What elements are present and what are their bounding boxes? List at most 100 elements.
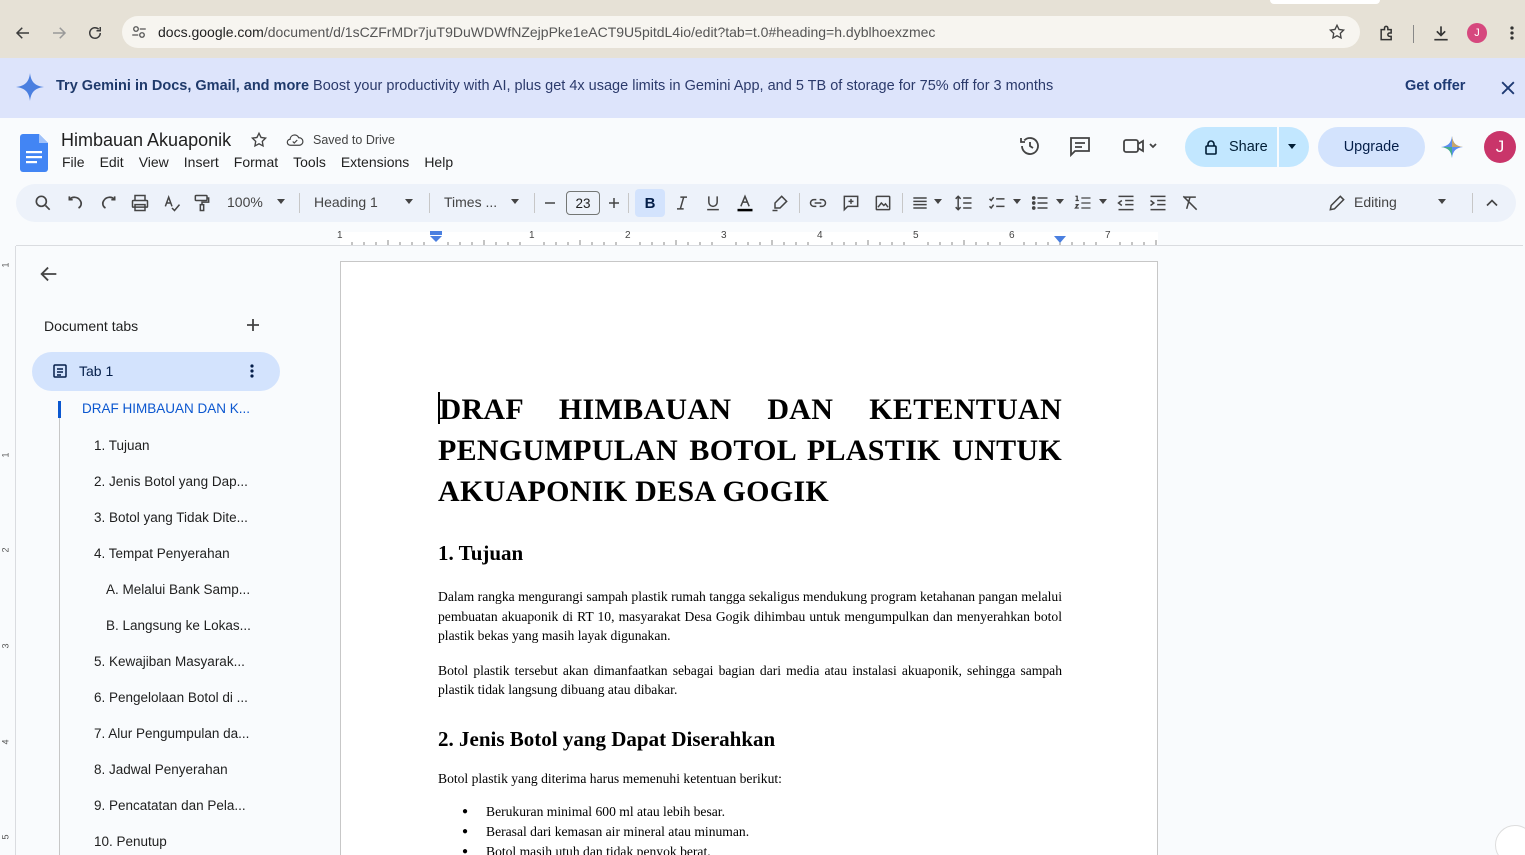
document-body[interactable]: DRAF HIMBAUAN DAN KETENTUAN PENGUMPULAN …	[438, 389, 1062, 855]
numbered-list-icon[interactable]	[1073, 193, 1093, 213]
align-justify-icon[interactable]	[910, 193, 930, 213]
list-item[interactable]: Berukuran minimal 600 ml atau lebih besa…	[438, 802, 1062, 822]
outline-item[interactable]: B. Langsung ke Lokas...	[106, 618, 251, 633]
site-settings-icon[interactable]	[130, 23, 148, 41]
browser-profile-avatar[interactable]: J	[1467, 23, 1487, 43]
menu-help[interactable]: Help	[424, 154, 453, 170]
tab-1-item[interactable]: Tab 1	[32, 352, 280, 391]
add-comment-icon[interactable]	[841, 193, 861, 213]
bookmark-star-icon[interactable]	[1328, 23, 1346, 41]
list-item[interactable]: Botol masih utuh dan tidak penyok berat.	[438, 842, 1062, 855]
spellcheck-icon[interactable]	[162, 193, 182, 213]
menu-extensions[interactable]: Extensions	[341, 154, 409, 170]
horizontal-ruler[interactable]: 1 1 2 3 4 5 6 7	[337, 230, 1158, 246]
insert-link-icon[interactable]	[808, 193, 828, 213]
redo-icon[interactable]	[98, 193, 118, 213]
paragraph[interactable]: Dalam rangka mengurangi sampah plastik r…	[438, 587, 1062, 646]
menu-format[interactable]: Format	[234, 154, 278, 170]
menu-insert[interactable]: Insert	[184, 154, 219, 170]
outline-item[interactable]: 1. Tujuan	[94, 438, 150, 453]
zoom-select[interactable]: 100%	[227, 194, 263, 210]
italic-icon[interactable]	[672, 193, 692, 213]
user-avatar[interactable]: J	[1484, 131, 1516, 163]
upgrade-button[interactable]: Upgrade	[1318, 127, 1425, 167]
forward-icon[interactable]	[41, 15, 77, 51]
toolbar-divider	[1413, 25, 1414, 43]
font-select[interactable]: Times ...	[444, 194, 497, 210]
section-heading[interactable]: 2. Jenis Botol yang Dapat Diserahkan	[438, 726, 1062, 752]
address-bar[interactable]: docs.google.com/document/d/1sCZFrMDr7juT…	[122, 16, 1360, 48]
document-tabs-title: Document tabs	[44, 318, 139, 334]
outline-item[interactable]: 2. Jenis Botol yang Dap...	[94, 474, 248, 489]
vertical-ruler[interactable]: 1 1 2 3 4 5	[0, 246, 16, 855]
highlight-color-icon[interactable]	[770, 193, 790, 213]
outline-item[interactable]: 3. Botol yang Tidak Dite...	[94, 510, 248, 525]
close-icon[interactable]	[1498, 78, 1518, 98]
menu-file[interactable]: File	[62, 154, 85, 170]
browser-tab[interactable]	[1270, 0, 1380, 4]
document-page[interactable]: DRAF HIMBAUAN DAN KETENTUAN PENGUMPULAN …	[340, 261, 1158, 855]
cloud-saved-icon[interactable]	[286, 132, 304, 148]
paragraph[interactable]: Botol plastik yang diterima harus memenu…	[438, 769, 1062, 789]
reload-icon[interactable]	[77, 15, 113, 51]
list-item[interactable]: Berasal dari kemasan air mineral atau mi…	[438, 822, 1062, 842]
more-options-icon[interactable]	[250, 363, 254, 379]
menu-tools[interactable]: Tools	[293, 154, 326, 170]
extensions-icon[interactable]	[1377, 23, 1397, 43]
print-icon[interactable]	[130, 193, 150, 213]
meet-video-icon[interactable]	[1122, 134, 1158, 158]
outline-item[interactable]: 8. Jadwal Penyerahan	[94, 762, 228, 777]
docs-logo-icon[interactable]	[20, 134, 48, 172]
back-icon[interactable]	[5, 15, 41, 51]
editing-mode-select[interactable]: Editing	[1354, 194, 1397, 210]
left-indent-marker-icon[interactable]	[429, 231, 443, 243]
decrease-indent-icon[interactable]	[1116, 193, 1136, 213]
version-history-icon[interactable]	[1018, 134, 1042, 158]
back-arrow-icon[interactable]	[38, 263, 60, 285]
checklist-icon[interactable]	[987, 193, 1007, 213]
increase-font-size-icon[interactable]	[604, 193, 624, 213]
paragraph-style-select[interactable]: Heading 1	[314, 194, 378, 210]
right-indent-marker-icon[interactable]	[1053, 236, 1067, 244]
outline-item[interactable]: 4. Tempat Penyerahan	[94, 546, 230, 561]
line-spacing-icon[interactable]	[954, 193, 974, 213]
search-menus-icon[interactable]	[33, 193, 53, 213]
text-color-icon[interactable]	[735, 193, 755, 213]
paragraph[interactable]: Botol plastik tersebut akan dimanfaatkan…	[438, 661, 1062, 700]
paint-format-icon[interactable]	[192, 193, 212, 213]
menu-edit[interactable]: Edit	[100, 154, 124, 170]
share-button[interactable]: Share	[1185, 127, 1309, 167]
increase-indent-icon[interactable]	[1148, 193, 1168, 213]
add-tab-plus-icon[interactable]	[245, 317, 261, 333]
outline-item[interactable]: A. Melalui Bank Samp...	[106, 582, 250, 597]
bold-button[interactable]: B	[635, 189, 665, 217]
outline-item[interactable]: 6. Pengelolaan Botol di ...	[94, 690, 248, 705]
undo-icon[interactable]	[66, 193, 86, 213]
browser-menu-icon[interactable]	[1505, 23, 1519, 43]
document-title-heading[interactable]: DRAF HIMBAUAN DAN KETENTUAN PENGUMPULAN …	[438, 389, 1062, 512]
get-offer-button[interactable]: Get offer	[1405, 78, 1465, 94]
hide-menus-chevron-up-icon[interactable]	[1482, 193, 1502, 213]
tab-label: Tab 1	[79, 363, 114, 379]
banner-message: Try Gemini in Docs, Gmail, and more Boos…	[56, 78, 1054, 94]
underline-icon[interactable]	[703, 193, 723, 213]
bulleted-list-icon[interactable]	[1030, 193, 1050, 213]
chevron-down-icon[interactable]	[1285, 139, 1299, 153]
document-title[interactable]: Himbauan Akuaponik	[61, 130, 231, 151]
decrease-font-size-icon[interactable]	[540, 193, 560, 213]
outline-item[interactable]: 9. Pencatatan dan Pela...	[94, 798, 246, 813]
outline-item[interactable]: 10. Penutup	[94, 834, 167, 849]
download-icon[interactable]	[1431, 23, 1451, 43]
gemini-icon[interactable]	[1440, 135, 1464, 159]
outline-item[interactable]: 7. Alur Pengumpulan da...	[94, 726, 249, 741]
clear-formatting-icon[interactable]	[1180, 193, 1200, 213]
section-heading[interactable]: 1. Tujuan	[438, 540, 1062, 566]
insert-image-icon[interactable]	[873, 193, 893, 213]
star-icon[interactable]	[250, 131, 268, 149]
outline-item[interactable]: 5. Kewajiban Masyarak...	[94, 654, 245, 669]
font-size-input[interactable]: 23	[566, 191, 600, 215]
comments-icon[interactable]	[1068, 134, 1092, 158]
save-status: Saved to Drive	[313, 133, 395, 147]
menu-view[interactable]: View	[139, 154, 169, 170]
outline-item[interactable]: DRAF HIMBAUAN DAN K...	[82, 401, 250, 416]
